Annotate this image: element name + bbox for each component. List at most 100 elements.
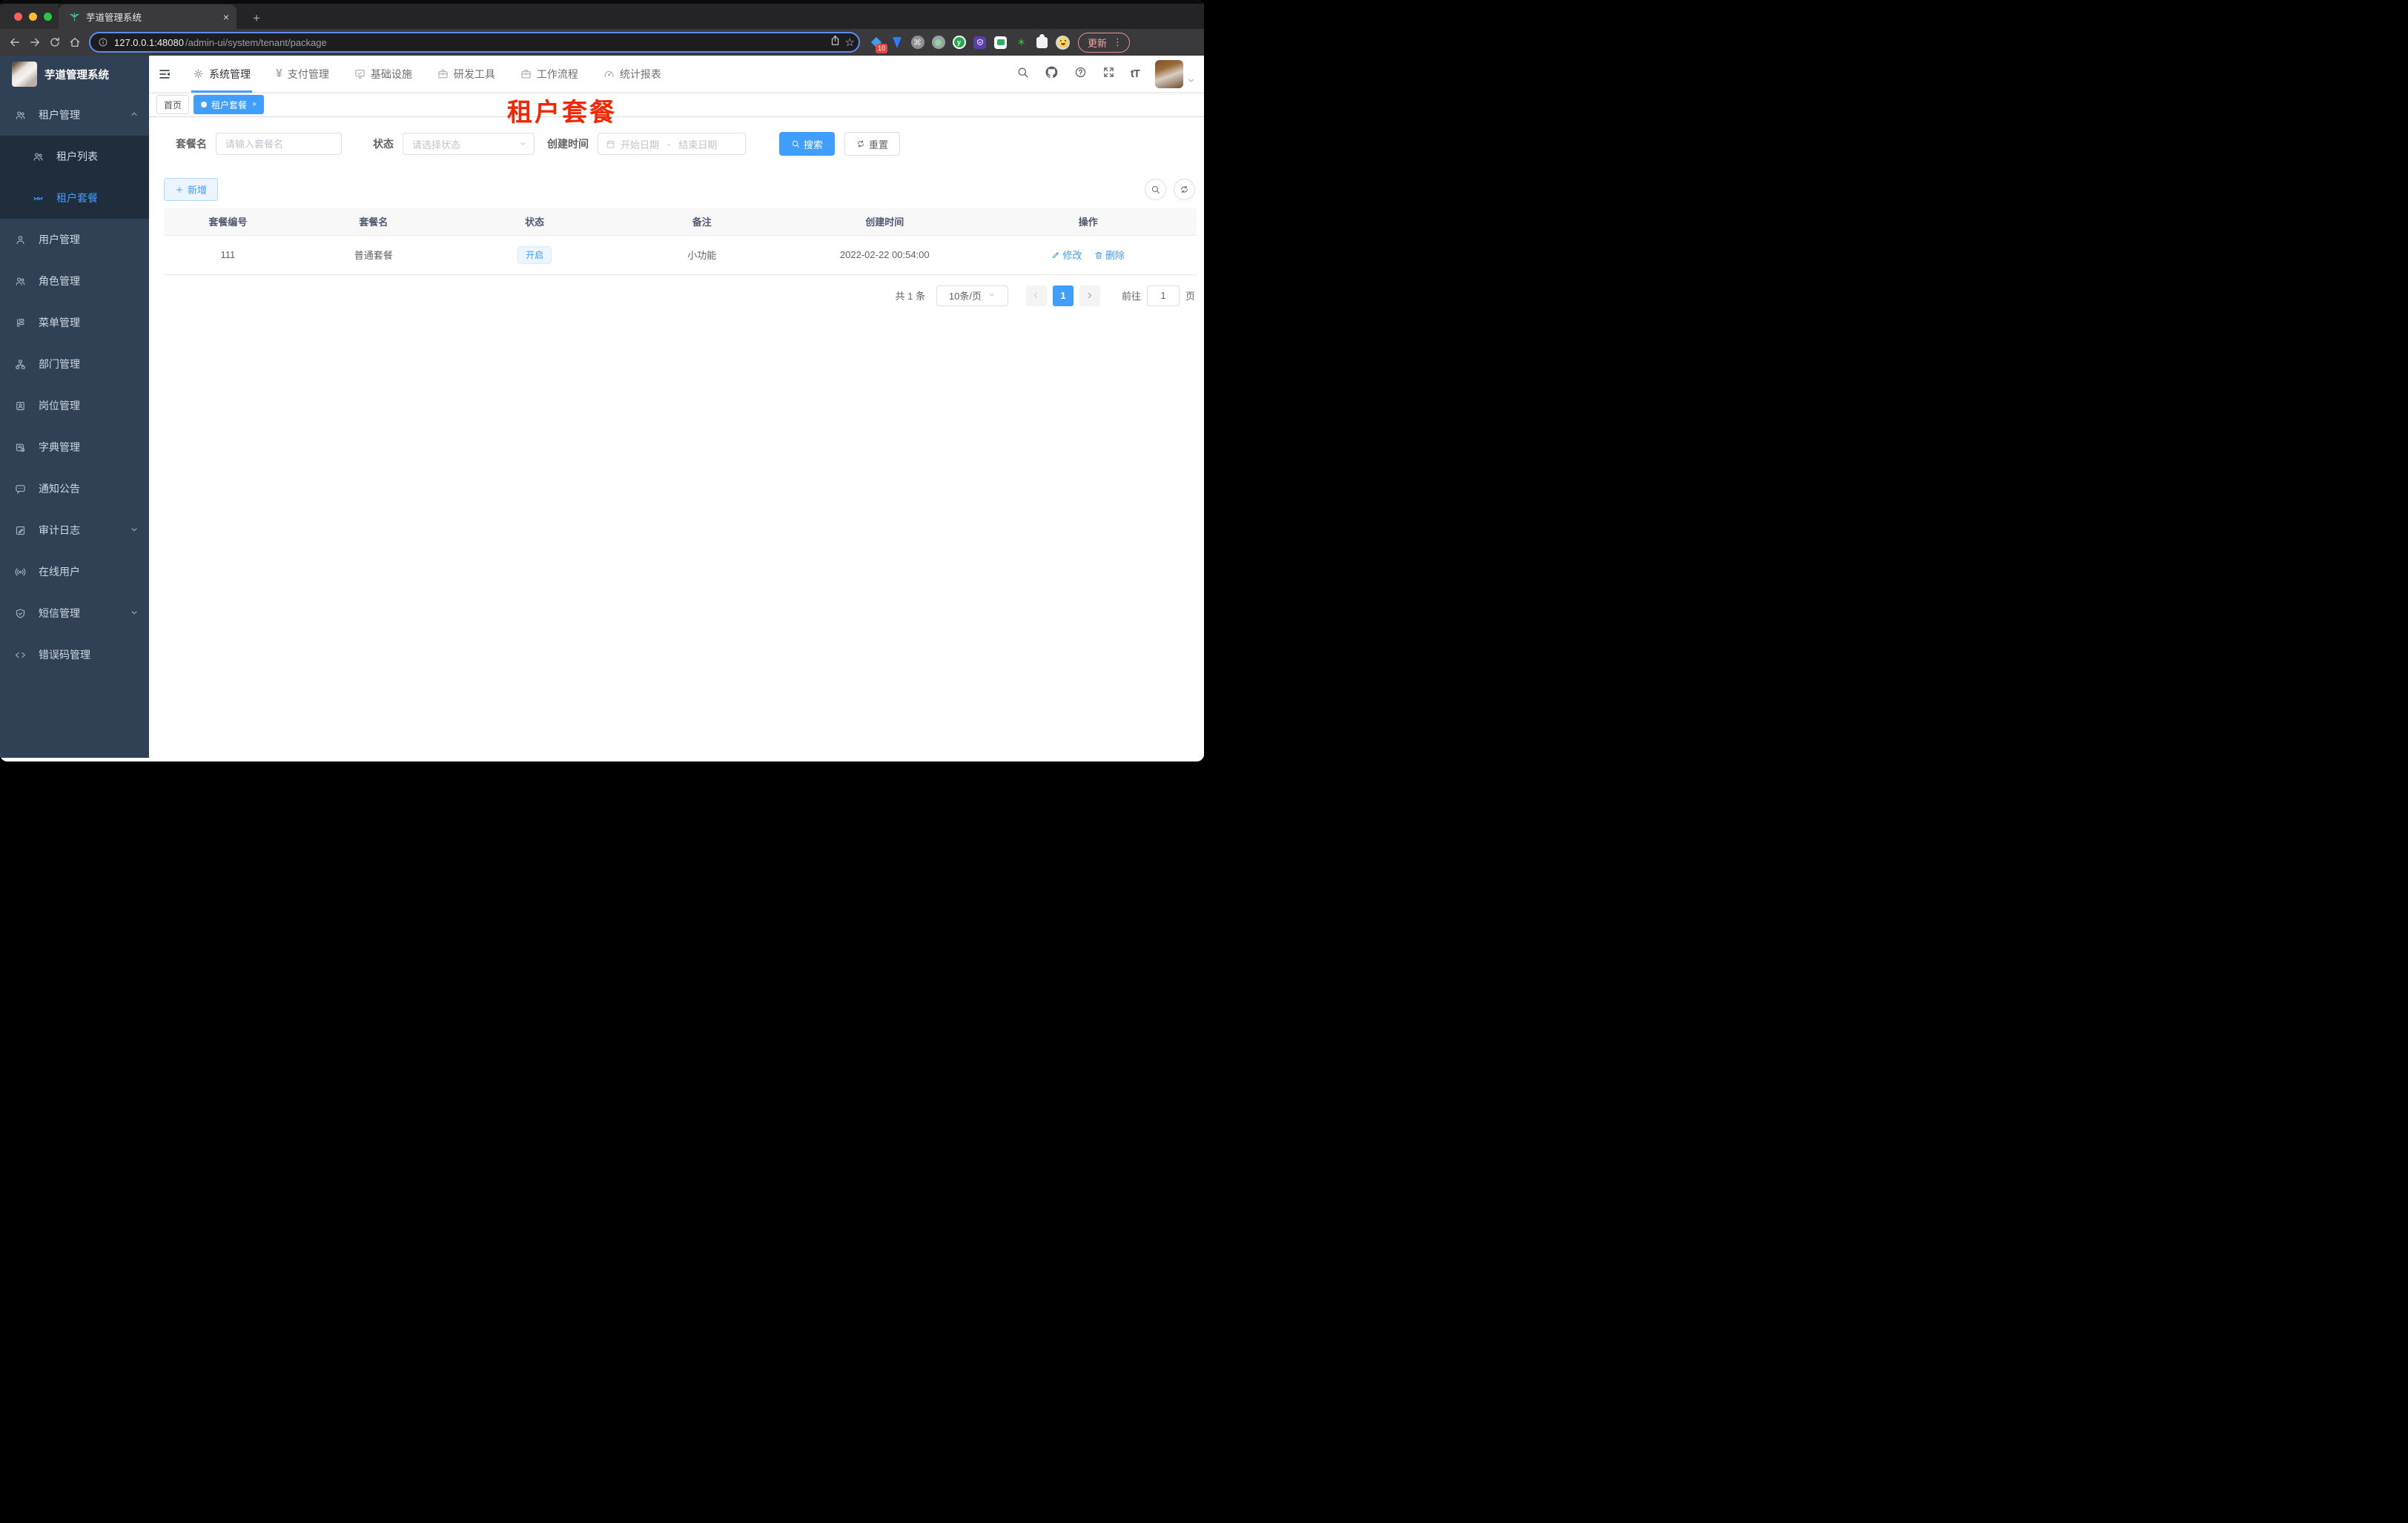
home-button[interactable] (64, 33, 85, 53)
tab-payment-management[interactable]: ¥ 支付管理 (263, 56, 342, 93)
sidebar-item-dict-management[interactable]: 字典管理 (0, 426, 149, 468)
date-range-picker[interactable]: 开始日期 - 结束日期 (598, 133, 746, 155)
refresh-icon (1180, 185, 1189, 194)
prev-page-button[interactable] (1025, 285, 1047, 306)
user-avatar-menu[interactable] (1155, 59, 1195, 88)
sidebar-item-tenant-management[interactable]: 租户管理 (0, 94, 149, 136)
page-size-select[interactable]: 10条/页 (936, 285, 1008, 306)
monitor-icon (354, 68, 366, 79)
github-icon[interactable] (1045, 65, 1059, 83)
avatar[interactable] (1155, 59, 1183, 88)
col-create-time: 创建时间 (790, 208, 980, 236)
recorder-extension-icon[interactable] (931, 36, 945, 50)
browser-tab[interactable]: 芋道管理系统 × (59, 4, 236, 29)
briefcase-icon (437, 68, 449, 79)
add-button[interactable]: 新增 (164, 178, 219, 201)
chevron-down-icon (988, 290, 996, 301)
sidebar-item-tenant-package[interactable]: 租户套餐 (0, 177, 149, 219)
status-badge[interactable]: 开启 (517, 245, 552, 264)
tag-close-icon[interactable]: × (252, 100, 257, 109)
sidebar-toggle-icon[interactable] (149, 56, 180, 93)
edit-link[interactable]: 修改 (1051, 248, 1082, 262)
browser-menu-icon[interactable]: ⋮ (1113, 36, 1122, 48)
sidebar-item-online-users[interactable]: 在线用户 (0, 551, 149, 592)
package-name-input[interactable] (216, 133, 342, 155)
tab-workflow[interactable]: 工作流程 (508, 56, 591, 93)
chat-bubble-icon (15, 483, 26, 495)
right-toolbar (1145, 179, 1195, 200)
book-gear-icon (15, 442, 26, 453)
sidebar-item-tenant-list[interactable]: 租户列表 (0, 136, 149, 177)
puzzle-extensions-icon[interactable] (1035, 33, 1049, 50)
profile-avatar-icon[interactable] (1056, 35, 1070, 50)
sidebar: 芋道管理系统 租户管理 租户列表 租户套餐 用户管理 角色管理 菜单管理 部门管… (0, 56, 149, 758)
search-icon[interactable] (1016, 66, 1029, 82)
start-date-placeholder[interactable]: 开始日期 (621, 137, 659, 151)
status-select[interactable]: 请选择状态 (403, 133, 535, 155)
tab-statistics-report[interactable]: 统计报表 (591, 56, 674, 93)
col-package-id: 套餐编号 (164, 208, 292, 236)
reset-button[interactable]: 重置 (844, 132, 901, 156)
chevron-left-icon (1032, 291, 1040, 300)
search-icon (1151, 185, 1160, 194)
close-window-button[interactable] (14, 12, 22, 21)
tab-dev-tools[interactable]: 研发工具 (425, 56, 508, 93)
app-header: 系统管理 ¥ 支付管理 基础设施 研发工具 工作流程 统计报表 tT (149, 56, 1204, 93)
chrome-update-button[interactable]: 更新 ⋮ (1078, 32, 1131, 53)
back-button[interactable] (4, 33, 24, 53)
cell-actions: 修改 删除 (979, 235, 1197, 275)
tag-home[interactable]: 首页 (156, 95, 190, 114)
fullscreen-icon[interactable] (1102, 66, 1115, 82)
sidebar-item-menu-management[interactable]: 菜单管理 (0, 302, 149, 343)
extensions-row: 10 ⌘ y ✶ (869, 33, 1070, 53)
sidebar-item-sms-management[interactable]: 短信管理 (0, 592, 149, 634)
reload-button[interactable] (44, 33, 64, 53)
users-icon (15, 110, 26, 121)
tag-tenant-package[interactable]: 租户套餐 × (194, 95, 265, 114)
share-icon[interactable] (830, 35, 841, 50)
zoom-window-button[interactable] (44, 12, 52, 21)
goto-page-input[interactable] (1146, 285, 1180, 306)
sidebar-item-role-management[interactable]: 角色管理 (0, 260, 149, 302)
end-date-placeholder[interactable]: 结束日期 (678, 137, 717, 151)
sidebar-item-department-management[interactable]: 部门管理 (0, 343, 149, 385)
minimize-window-button[interactable] (29, 12, 37, 21)
sidebar-item-notice[interactable]: 通知公告 (0, 468, 149, 509)
site-info-icon[interactable] (98, 37, 108, 47)
package-name-label: 套餐名 (176, 138, 207, 150)
shield-extension-icon[interactable] (973, 36, 987, 50)
tab-infrastructure[interactable]: 基础设施 (342, 56, 425, 93)
user-icon (15, 234, 26, 245)
chat-extension-icon[interactable] (993, 36, 1008, 50)
delete-link[interactable]: 删除 (1094, 248, 1125, 262)
tab-system-management[interactable]: 系统管理 (180, 56, 263, 93)
toggle-search-button[interactable] (1145, 179, 1166, 200)
sidebar-item-audit-log[interactable]: 审计日志 (0, 509, 149, 551)
sidebar-logo[interactable]: 芋道管理系统 (0, 56, 149, 93)
logo-image (12, 62, 37, 87)
content: 套餐名 状态 请选择状态 创建时间 开始日期 - 结束日期 (149, 117, 1204, 758)
next-page-button[interactable] (1079, 285, 1100, 306)
bookmark-star-icon[interactable]: ☆ (845, 36, 855, 49)
window-controls (0, 4, 59, 29)
star-extension-icon[interactable]: ✶ (1014, 36, 1028, 50)
ydev-extension-icon[interactable]: y (952, 36, 966, 50)
sidebar-item-user-management[interactable]: 用户管理 (0, 219, 149, 260)
new-tab-button[interactable]: + (248, 10, 265, 27)
search-button[interactable]: 搜索 (779, 132, 836, 156)
command-extension-icon[interactable]: ⌘ (910, 36, 924, 50)
gear-icon (193, 68, 204, 79)
refresh-table-button[interactable] (1174, 179, 1195, 200)
forward-button[interactable] (24, 33, 44, 53)
address-bar[interactable]: 127.0.0.1:48080 /admin-ui/system/tenant/… (89, 32, 860, 53)
page-number-1[interactable]: 1 (1052, 285, 1074, 306)
page-unit-label: 页 (1185, 291, 1195, 302)
kite-extension-icon[interactable] (890, 36, 904, 50)
package-table: 套餐编号 套餐名 状态 备注 创建时间 操作 111 普通套餐 开启 小功能 2… (164, 208, 1197, 275)
tab-close-icon[interactable]: × (223, 11, 229, 23)
font-size-icon[interactable]: tT (1131, 67, 1140, 80)
sidebar-item-post-management[interactable]: 岗位管理 (0, 385, 149, 426)
help-icon[interactable] (1074, 66, 1087, 82)
pinned-extension-icon[interactable]: 10 (869, 36, 887, 53)
sidebar-item-error-code[interactable]: 错误码管理 (0, 634, 149, 675)
